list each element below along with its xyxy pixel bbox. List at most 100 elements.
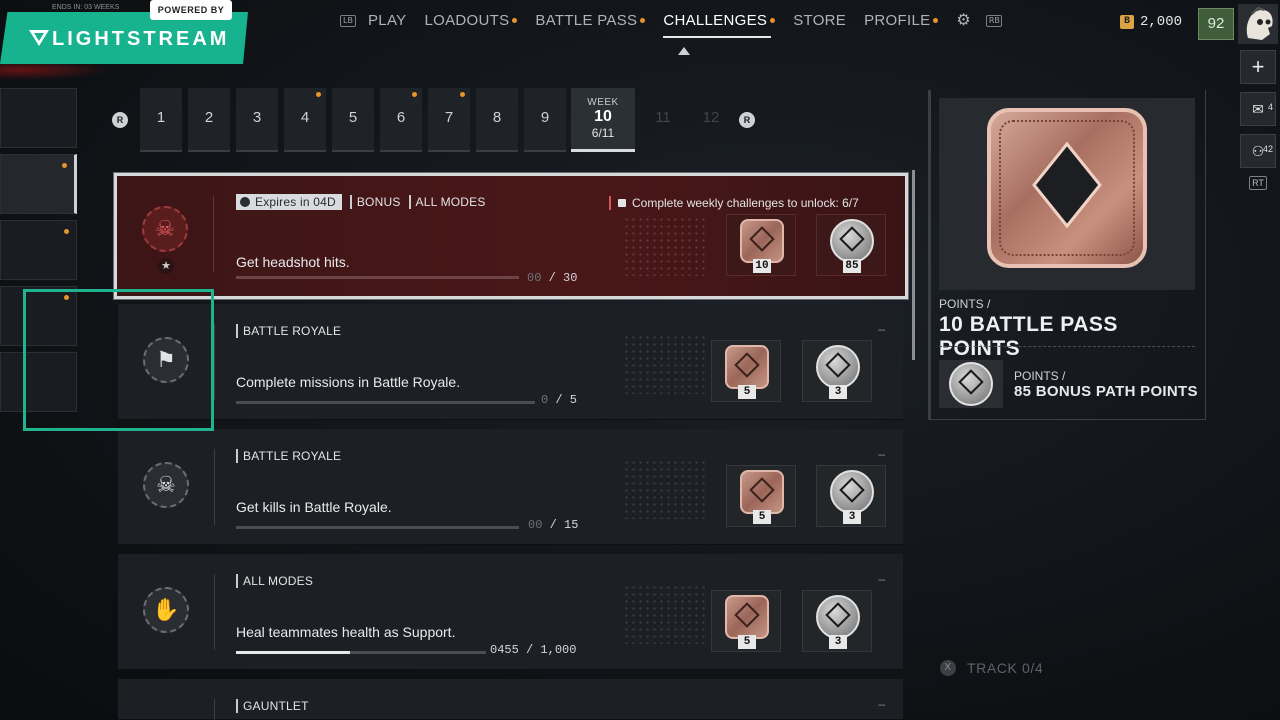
silver-medal-icon <box>830 470 874 514</box>
rb-bumper-icon[interactable]: RB <box>986 14 1003 27</box>
challenge-icon-area: ✋ <box>118 554 214 669</box>
reward-bonus-path-points[interactable]: 3 <box>802 590 872 652</box>
challenge-row-br-kills[interactable]: ☠ BATTLE ROYALE – Get kills in Battle Ro… <box>118 429 903 545</box>
week-progress: 6/11 <box>591 126 615 140</box>
challenge-row-gauntlet[interactable]: GAUNTLET – <box>118 679 903 720</box>
progress-text: 00 / 30 <box>527 271 577 285</box>
week-tab-7[interactable]: 7 <box>428 88 470 152</box>
reward-battle-pass-points[interactable]: 5 <box>711 590 781 652</box>
track-label: TRACK 0/4 <box>967 660 1044 676</box>
r-bumper-right-icon[interactable]: R <box>739 112 755 128</box>
player-level-badge[interactable]: 92 <box>1198 8 1234 40</box>
week-number: 12 <box>702 109 720 126</box>
nav-items: LB PLAY LOADOUTS BATTLE PASS CHALLENGES … <box>340 12 1014 38</box>
notification-dot <box>412 92 417 97</box>
week-tab-2[interactable]: 2 <box>188 88 230 152</box>
unlock-requirement: Complete weekly challenges to unlock: 6/… <box>609 196 859 210</box>
week-tab-4[interactable]: 4 <box>284 88 326 152</box>
notification-dot <box>460 92 465 97</box>
row-dash: – <box>878 697 885 711</box>
reward-amount: 3 <box>843 510 861 524</box>
nav-challenges-label: CHALLENGES <box>663 12 768 29</box>
silver-medal-icon <box>816 345 860 389</box>
challenge-tags: BATTLE ROYALE <box>236 449 349 463</box>
reward-amount: 3 <box>829 385 847 399</box>
progress-bar <box>236 526 519 529</box>
reward-amount: 85 <box>843 259 861 273</box>
silver-medal-icon <box>830 219 874 263</box>
nav-battle-pass[interactable]: BATTLE PASS <box>535 12 646 29</box>
challenge-tag: ALL MODES <box>408 195 486 209</box>
reward-bonus-path-points[interactable]: 3 <box>802 340 872 402</box>
progress-fill <box>236 651 350 654</box>
plus-icon: + <box>1251 54 1265 79</box>
player-avatar[interactable] <box>1238 4 1278 44</box>
nav-challenges[interactable]: CHALLENGES <box>663 12 776 38</box>
nav-store[interactable]: STORE <box>793 12 846 29</box>
reward-preview <box>939 98 1195 290</box>
week-number: 6 <box>396 109 406 126</box>
secondary-reward-title: 85 BONUS PATH POINTS <box>1014 383 1198 400</box>
progress-bar <box>236 276 519 279</box>
add-friend-button[interactable]: + <box>1240 50 1276 84</box>
progress-text: 0 / 5 <box>541 393 577 407</box>
diamond-icon <box>825 352 851 378</box>
week-number: 5 <box>348 109 358 126</box>
unlock-requirement-text: Complete weekly challenges to unlock: 6/… <box>632 196 859 210</box>
week-kicker: WEEK <box>587 97 619 108</box>
week-tab-3[interactable]: 3 <box>236 88 278 152</box>
week-number: 9 <box>540 109 550 126</box>
nav-play[interactable]: PLAY <box>368 12 406 29</box>
challenge-tags: BATTLE ROYALE <box>236 324 349 338</box>
bronze-medal-icon <box>725 345 769 389</box>
week-tab-5[interactable]: 5 <box>332 88 374 152</box>
week-tab-12-locked[interactable]: 12 <box>690 88 732 152</box>
x-button-icon: X <box>940 660 956 676</box>
secondary-reward-thumb <box>939 360 1003 408</box>
notification-dot <box>933 18 939 23</box>
lb-bumper-icon[interactable]: LB <box>340 14 356 27</box>
challenge-description: Get headshot hits. <box>236 254 350 270</box>
nav-loadouts[interactable]: LOADOUTS <box>424 12 518 29</box>
reward-battle-pass-points[interactable]: 5 <box>711 340 781 402</box>
reward-battle-pass-points[interactable]: 5 <box>726 465 796 527</box>
week-tab-6[interactable]: 6 <box>380 88 422 152</box>
challenge-row-br-missions[interactable]: ⚑ BATTLE ROYALE – Complete missions in B… <box>118 304 903 420</box>
week-tab-9[interactable]: 9 <box>524 88 566 152</box>
notification-dot <box>640 18 646 23</box>
week-tab-1[interactable]: 1 <box>140 88 182 152</box>
reward-battle-pass-points[interactable]: 10 <box>726 214 796 276</box>
row-dash: – <box>878 322 885 336</box>
notification-dot <box>64 229 69 234</box>
challenge-row-headshots[interactable]: ☠ ★ Expires in 04D BONUS ALL MODES Compl… <box>114 173 908 299</box>
dot-pattern <box>623 216 705 276</box>
track-button[interactable]: X TRACK 0/4 <box>940 660 1043 676</box>
row-divider <box>214 574 215 650</box>
dot-pattern <box>623 584 705 644</box>
week-tab-10-active[interactable]: WEEK 10 6/11 <box>571 88 635 152</box>
mail-button[interactable]: ✉ 4 <box>1240 92 1276 126</box>
week-tab-11-locked[interactable]: 11 <box>642 88 684 152</box>
clock-icon <box>240 197 250 207</box>
party-button[interactable]: ⚇ 42 <box>1240 134 1276 168</box>
reward-bonus-path-points[interactable]: 85 <box>816 214 886 276</box>
settings-gear-icon[interactable]: ⚙ <box>956 12 972 29</box>
scrollbar[interactable] <box>912 170 915 360</box>
r-bumper-left-icon[interactable]: R <box>112 112 128 128</box>
nav-profile[interactable]: PROFILE <box>864 12 939 29</box>
bronze-medal-icon <box>740 219 784 263</box>
category-tab-2[interactable] <box>0 154 77 214</box>
reward-bonus-path-points[interactable]: 3 <box>816 465 886 527</box>
challenge-tag: GAUNTLET <box>236 699 309 713</box>
reward-detail-panel: POINTS / 10 BATTLE PASS POINTS POINTS / … <box>928 90 1206 420</box>
week-tab-8[interactable]: 8 <box>476 88 518 152</box>
challenge-row-heal-support[interactable]: ✋ ALL MODES – Heal teammates health as S… <box>118 554 903 670</box>
battle-pass-points-medal-icon <box>987 108 1147 268</box>
progress-total: / 5 <box>555 393 578 407</box>
category-tab-3[interactable] <box>0 220 77 280</box>
notification-dot <box>62 163 67 168</box>
skull-avatar-icon <box>1246 6 1273 40</box>
party-count: 42 <box>1262 144 1273 154</box>
diamond-icon <box>825 602 851 628</box>
category-tab-1[interactable] <box>0 88 77 148</box>
